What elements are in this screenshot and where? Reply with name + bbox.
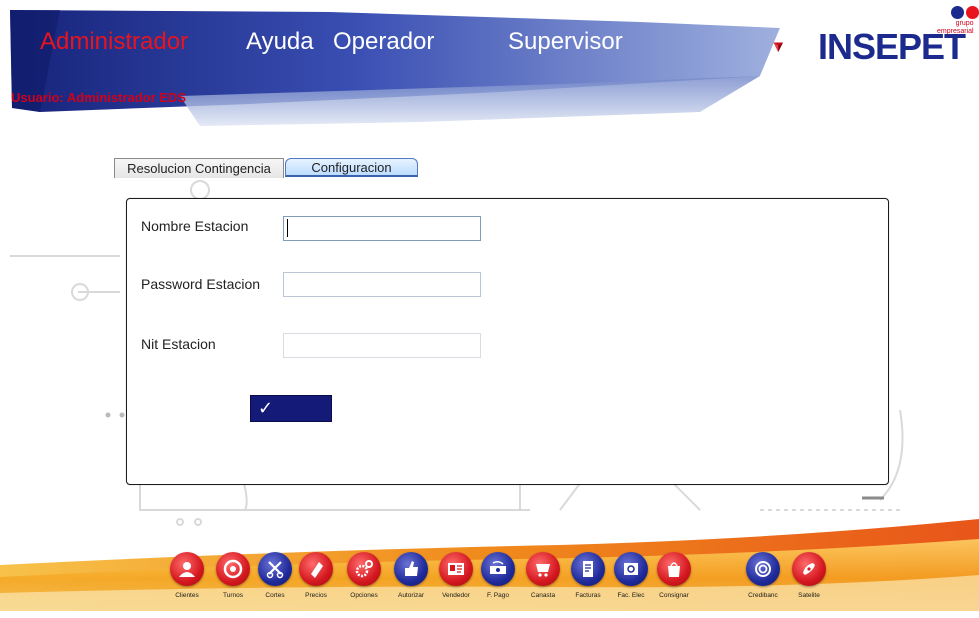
scissors-icon: [266, 561, 284, 579]
nit-estacion-label: Nit Estacion: [141, 336, 216, 352]
f-pago-button[interactable]: [481, 552, 515, 586]
opciones-button[interactable]: [347, 552, 381, 586]
satellite-icon: [803, 563, 815, 575]
turnos-button[interactable]: [216, 552, 250, 586]
menu-supervisor[interactable]: Supervisor: [508, 28, 623, 56]
insepet-logo: [773, 42, 783, 52]
satelite-button[interactable]: [792, 552, 826, 586]
minimize-icon[interactable]: [951, 6, 964, 19]
dock-label: Opciones: [350, 592, 378, 599]
consignar-button[interactable]: [657, 552, 691, 586]
app-window: Administrador Ayuda Operador Supervisor …: [0, 0, 979, 618]
users-icon: [179, 562, 195, 577]
credibanc-button[interactable]: [746, 552, 780, 586]
dock-label: F. Pago: [486, 592, 510, 599]
menu-ayuda[interactable]: Ayuda: [246, 28, 314, 56]
menu-administrador[interactable]: Administrador: [40, 28, 188, 56]
nombre-estacion-input[interactable]: [283, 216, 481, 241]
thumbs-up-icon: [405, 561, 418, 576]
dock-label: Autorizar: [397, 592, 424, 599]
tag-icon: [311, 562, 323, 578]
tab-configuracion[interactable]: Configuracion: [285, 158, 418, 177]
fac-elec-button[interactable]: [614, 552, 648, 586]
dock-label: Canasta: [530, 592, 556, 599]
precios-button[interactable]: [299, 552, 333, 586]
nombre-estacion-label: Nombre Estacion: [141, 218, 249, 234]
invoice-icon: [583, 561, 593, 577]
dock-label: Satelite: [798, 592, 820, 599]
vendedor-button[interactable]: [439, 552, 473, 586]
canasta-button[interactable]: [526, 552, 560, 586]
id-card-icon: [448, 563, 464, 575]
confirm-button[interactable]: ✓: [250, 395, 332, 422]
menu-operador[interactable]: Operador: [333, 28, 434, 56]
cash-icon: [490, 560, 506, 574]
password-estacion-label: Password Estacion: [141, 276, 261, 292]
cart-icon: [536, 564, 550, 577]
dock-label: Credibanc: [748, 592, 778, 599]
tab-resolucion-contingencia[interactable]: Resolucion Contingencia: [114, 158, 284, 178]
password-estacion-input[interactable]: [283, 272, 481, 297]
dock-label: Clientes: [175, 592, 199, 599]
autorizar-button[interactable]: [394, 552, 428, 586]
gears-icon: [355, 560, 373, 578]
current-user-label: Usuario: Administrador EDS: [11, 90, 187, 105]
clientes-button[interactable]: [170, 552, 204, 586]
text-caret: [287, 219, 288, 237]
logo-tagline: grupo empresarial: [937, 20, 974, 35]
cortes-button[interactable]: [258, 552, 292, 586]
bag-icon: [668, 562, 680, 577]
nit-estacion-input[interactable]: [283, 333, 481, 358]
configuration-panel: [126, 198, 889, 485]
email-icon: [624, 563, 638, 575]
dock-label: Precios: [305, 592, 327, 599]
facturas-button[interactable]: [571, 552, 605, 586]
phone-icon: [223, 559, 243, 579]
close-icon[interactable]: [966, 6, 979, 19]
dock-label: Consignar: [659, 592, 689, 599]
card-circle-icon: [755, 561, 771, 577]
